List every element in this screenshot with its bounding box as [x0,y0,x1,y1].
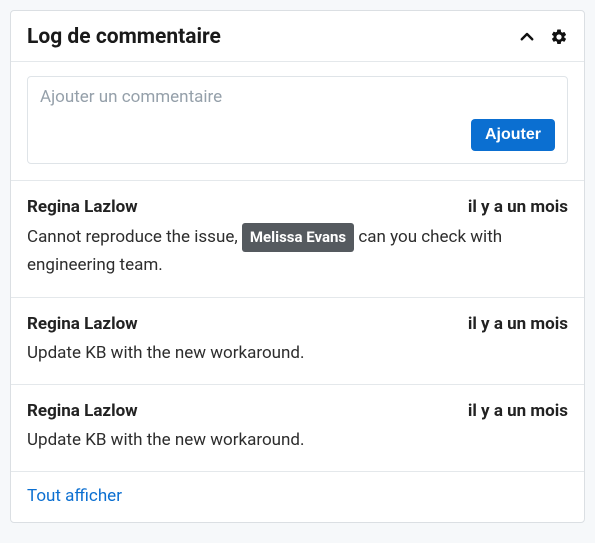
settings-button[interactable] [550,28,568,46]
comment-time: il y a un mois [468,197,568,217]
collapse-toggle[interactable] [518,28,536,46]
comment-body: Update KB with the new workaround. [27,427,568,453]
composer-box: Ajouter [27,76,568,164]
add-comment-button[interactable]: Ajouter [471,119,555,151]
show-all-link[interactable]: Tout afficher [27,486,122,506]
mention-chip[interactable]: Melissa Evans [242,223,354,252]
comment-meta: Regina Lazlow il y a un mois [27,197,568,217]
comment-item: Regina Lazlow il y a un mois Update KB w… [11,385,584,472]
panel-title: Log de commentaire [27,25,504,49]
chevron-up-icon [518,28,536,46]
comment-text: Cannot reproduce the issue, [27,227,242,247]
comment-author: Regina Lazlow [27,401,138,421]
panel-header: Log de commentaire [11,11,584,62]
comment-body: Update KB with the new workaround. [27,340,568,366]
comment-item: Regina Lazlow il y a un mois Cannot repr… [11,181,584,298]
comment-author: Regina Lazlow [27,314,138,334]
composer-actions: Ajouter [40,119,555,151]
comment-meta: Regina Lazlow il y a un mois [27,314,568,334]
comment-time: il y a un mois [468,401,568,421]
gear-icon [550,28,568,46]
comment-text: Update KB with the new workaround. [27,343,305,363]
comment-meta: Regina Lazlow il y a un mois [27,401,568,421]
comment-author: Regina Lazlow [27,197,138,217]
comment-text: Update KB with the new workaround. [27,430,305,450]
comment-log-panel: Log de commentaire Ajouter Regina Lazlow… [10,10,585,523]
comment-input[interactable] [40,87,555,113]
comment-composer: Ajouter [11,62,584,181]
comment-body: Cannot reproduce the issue, Melissa Evan… [27,223,568,279]
panel-footer: Tout afficher [11,472,584,522]
comment-item: Regina Lazlow il y a un mois Update KB w… [11,298,584,385]
comment-time: il y a un mois [468,314,568,334]
